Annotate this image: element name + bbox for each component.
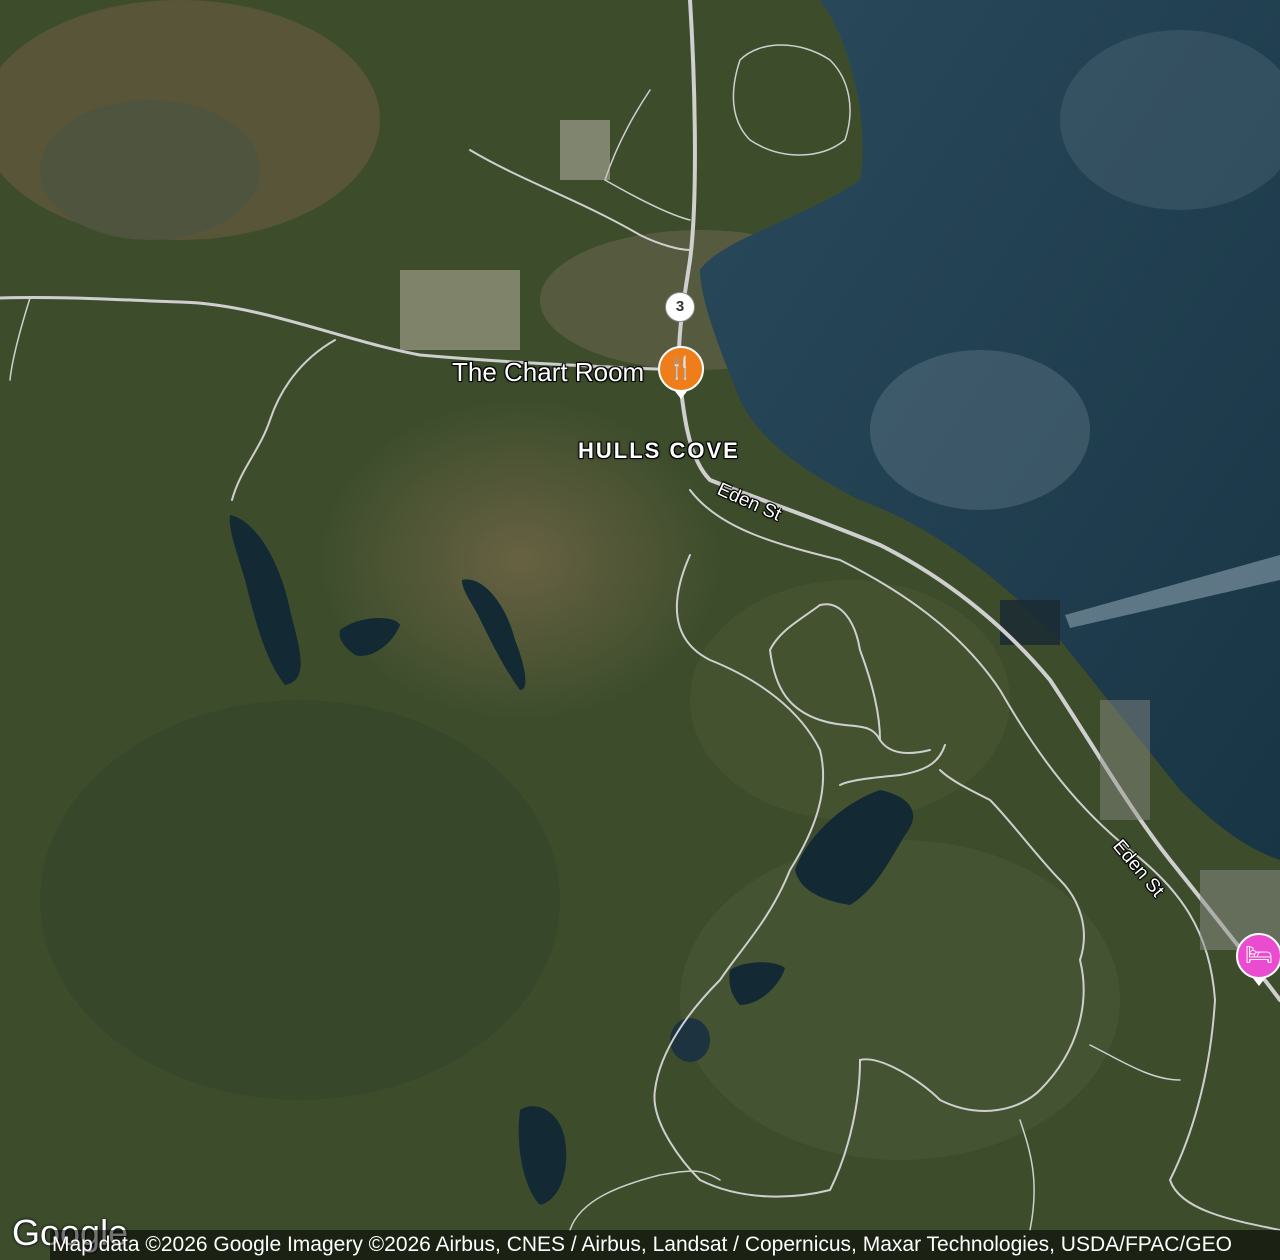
place-label-hulls-cove: HULLS COVE xyxy=(578,438,740,463)
hotel-pin[interactable]: 🛏 xyxy=(1236,933,1280,986)
map-attribution: Map data ©2026 Google Imagery ©2026 Airb… xyxy=(50,1230,1280,1260)
bed-icon: 🛏 xyxy=(1245,942,1273,967)
poi-label-the-chart-room[interactable]: The Chart Room xyxy=(452,357,644,388)
satellite-imagery[interactable] xyxy=(0,0,1280,1260)
route-3-shield[interactable]: 3 xyxy=(665,292,695,322)
fork-knife-icon: 🍴 xyxy=(667,355,695,380)
restaurant-pin[interactable]: 🍴 xyxy=(658,346,704,399)
